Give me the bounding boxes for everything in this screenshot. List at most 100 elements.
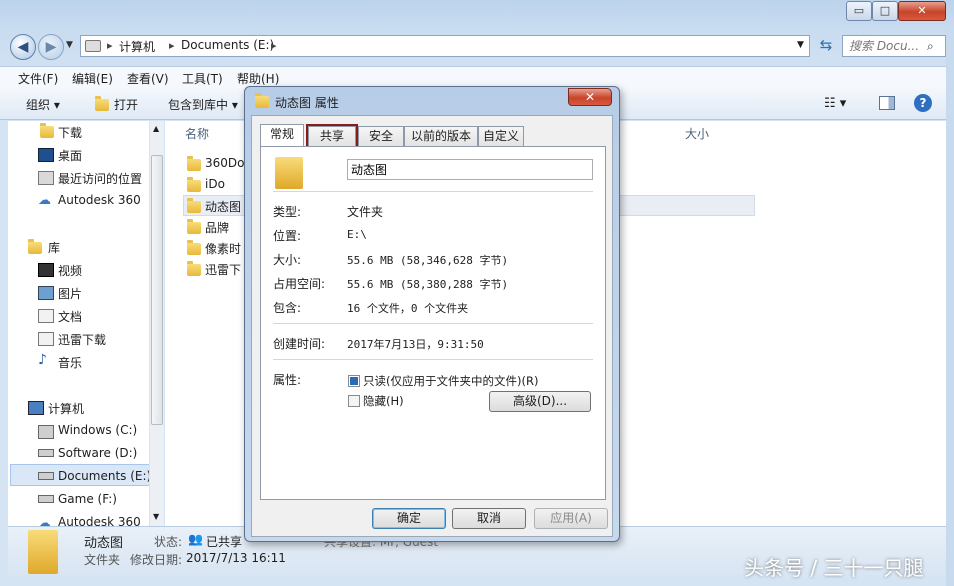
menu-view[interactable]: 查看(V) (127, 70, 169, 87)
menu-tools[interactable]: 工具(T) (182, 70, 223, 87)
divider (273, 191, 593, 192)
nav-section-computer[interactable]: 计算机 (48, 400, 84, 417)
prop-location-label: 位置: (273, 229, 302, 243)
view-options-icon[interactable]: ☷ ▾ (824, 96, 846, 111)
search-icon[interactable]: ⌕ (927, 36, 934, 56)
list-item[interactable]: iDo (205, 177, 225, 191)
folder-name-field[interactable] (347, 159, 593, 180)
scroll-up-icon[interactable]: ▲ (153, 124, 159, 133)
column-header-name[interactable]: 名称 (185, 125, 209, 142)
ok-button[interactable]: 确定 (372, 508, 446, 529)
open-button[interactable]: 打开 (114, 96, 138, 113)
list-item[interactable]: 迅雷下 (205, 261, 241, 278)
divider (273, 323, 593, 324)
forward-button[interactable]: ▶ (38, 34, 64, 60)
dialog-close-button[interactable]: ✕ (568, 88, 612, 106)
minimize-button[interactable]: ▭ (846, 1, 872, 21)
list-item[interactable]: 品牌 (205, 219, 229, 236)
tab-customize[interactable]: 自定义 (478, 126, 524, 146)
tab-security[interactable]: 安全 (358, 126, 404, 146)
drive-d-icon (38, 449, 54, 457)
nav-item-drive-d[interactable]: Software (D:) (58, 446, 137, 460)
details-state-label: 状态: (154, 535, 183, 549)
hidden-checkbox[interactable] (348, 395, 360, 407)
search-input[interactable]: 搜索 Docu... ⌕ (842, 35, 946, 57)
prop-disk-size-value: 55.6 MB (58,380,288 字节) (347, 278, 509, 291)
nav-item-recent[interactable]: 最近访问的位置 (58, 170, 142, 187)
details-modified-value: 2017/7/13 16:11 (186, 551, 286, 565)
cancel-button[interactable]: 取消 (452, 508, 526, 529)
nav-item-desktop[interactable]: 桌面 (58, 147, 82, 164)
address-separator: ▸ (107, 39, 113, 52)
watermark: 头条号 / 三十一只腿 (744, 556, 924, 580)
sharing-tab-highlight (306, 124, 358, 148)
hidden-label[interactable]: 隐藏(H) (363, 393, 404, 409)
menu-file[interactable]: 文件(F) (18, 70, 58, 87)
pictures-icon (38, 286, 54, 300)
tab-previous-versions[interactable]: 以前的版本 (404, 126, 478, 146)
autodesk-drive-icon: ☁ (38, 516, 51, 527)
folder-icon (187, 156, 201, 171)
readonly-checkbox[interactable] (348, 375, 360, 387)
close-button[interactable]: ✕ (898, 1, 946, 21)
preview-pane-icon[interactable] (879, 96, 895, 110)
address-drive[interactable]: Documents (E:) (181, 38, 274, 52)
nav-item-drive-e[interactable]: Documents (E:) (58, 469, 151, 483)
attributes-label: 属性: (273, 373, 302, 387)
menu-help[interactable]: 帮助(H) (237, 70, 279, 87)
details-modified-label: 修改日期: (130, 553, 183, 567)
videos-icon (38, 263, 54, 277)
prop-size-value: 55.6 MB (58,346,628 字节) (347, 254, 509, 267)
folder-icon (187, 198, 201, 213)
maximize-button[interactable]: □ (872, 1, 898, 21)
address-separator: ▸ (169, 39, 175, 52)
shared-users-icon: 👥 (188, 532, 203, 546)
advanced-button[interactable]: 高级(D)... (489, 391, 591, 412)
scroll-down-icon[interactable]: ▼ (153, 512, 159, 521)
computer-icon (28, 401, 44, 415)
address-bar[interactable]: ▸ 计算机 ▸ Documents (E:) ▸ ▼ (80, 35, 810, 57)
nav-item-drive-f[interactable]: Game (F:) (58, 492, 117, 506)
explorer-titlebar: ▭ □ ✕ (0, 0, 954, 30)
large-folder-icon (275, 157, 303, 189)
help-icon[interactable]: ? (914, 94, 932, 112)
libraries-icon (28, 239, 42, 254)
refresh-icon[interactable]: ⇆ (814, 35, 838, 57)
readonly-label[interactable]: 只读(仅应用于文件夹中的文件)(R) (363, 373, 538, 389)
dialog-body: 常规 共享 安全 以前的版本 自定义 类型: 文件夹 位置: E:\ 大小: 5… (251, 115, 613, 537)
divider (273, 359, 593, 360)
list-item[interactable]: 像素时 (205, 240, 241, 257)
navigation-scrollbar[interactable]: ▲ ▼ (149, 121, 164, 526)
nav-item-pictures[interactable]: 图片 (58, 285, 82, 302)
nav-item-documents[interactable]: 文档 (58, 308, 82, 325)
indeterminate-mark (350, 377, 358, 385)
prop-created-value: 2017年7月13日，9:31:50 (347, 338, 484, 351)
nav-item-downloads[interactable]: 下载 (58, 124, 82, 141)
include-library-button[interactable]: 包含到库中 ▾ (168, 96, 238, 113)
nav-item-music[interactable]: 音乐 (58, 354, 82, 371)
folder-icon (187, 261, 201, 276)
dialog-folder-icon (255, 93, 269, 108)
nav-item-drive-c[interactable]: Windows (C:) (58, 423, 137, 437)
nav-item-autodesk-drive[interactable]: Autodesk 360 (58, 515, 141, 526)
organize-button[interactable]: 组织 ▾ (26, 96, 60, 113)
drive-c-icon (38, 425, 54, 439)
details-name: 动态图 (84, 536, 124, 551)
nav-item-videos[interactable]: 视频 (58, 262, 82, 279)
column-header-size[interactable]: 大小 (685, 125, 709, 142)
autodesk-cloud-icon: ☁ (38, 193, 51, 208)
nav-item-autodesk[interactable]: Autodesk 360 (58, 193, 141, 207)
nav-item-thunder[interactable]: 迅雷下载 (58, 331, 106, 348)
apply-button[interactable]: 应用(A) (534, 508, 608, 529)
address-dropdown-icon[interactable]: ▼ (797, 40, 804, 50)
list-item[interactable]: 360Do (205, 156, 245, 170)
tab-general[interactable]: 常规 (260, 124, 304, 147)
recent-pages-dropdown-icon[interactable]: ▼ (66, 40, 73, 50)
back-button[interactable]: ◀ (10, 34, 36, 60)
nav-section-libraries[interactable]: 库 (48, 239, 60, 256)
scroll-thumb[interactable] (151, 155, 163, 425)
menu-edit[interactable]: 编辑(E) (72, 70, 113, 87)
documents-icon (38, 309, 54, 323)
address-computer[interactable]: 计算机 (119, 38, 155, 55)
list-item-selected[interactable]: 动态图 (205, 198, 241, 215)
